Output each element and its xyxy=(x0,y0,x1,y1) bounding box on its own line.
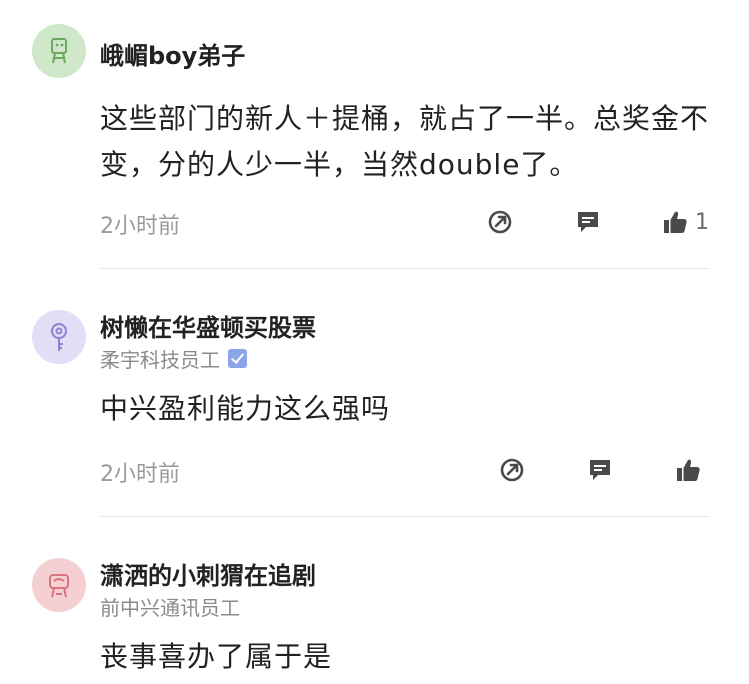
timestamp: 2小时前 xyxy=(100,462,180,487)
comment-actions: 2小时前 1 xyxy=(100,204,709,240)
user-avatar-icon xyxy=(51,323,67,351)
comment-text: 这些部门的新人＋提桶，就占了一半。总奖金不变，分的人少一半，当然double了。 xyxy=(100,102,710,181)
share-button[interactable] xyxy=(498,452,526,488)
avatar[interactable] xyxy=(32,24,86,78)
thumbs-up-icon xyxy=(664,211,687,233)
reply-icon xyxy=(578,212,598,232)
reply-icon xyxy=(590,460,610,480)
timestamp: 2小时前 xyxy=(100,214,180,239)
avatar[interactable] xyxy=(32,558,86,612)
divider xyxy=(100,516,709,517)
avatar[interactable] xyxy=(32,310,86,364)
username[interactable]: 潇洒的小刺猬在追剧 xyxy=(100,556,316,591)
employer-label: 前中兴通讯员工 xyxy=(100,596,240,620)
user-avatar-icon xyxy=(51,38,67,64)
share-icon xyxy=(500,458,524,482)
reply-button[interactable] xyxy=(574,204,602,240)
verified-icon xyxy=(228,349,247,368)
divider xyxy=(100,268,709,269)
user-avatar-icon xyxy=(49,574,69,598)
like-button[interactable] xyxy=(674,452,708,488)
thumbs-up-icon xyxy=(677,459,700,481)
username[interactable]: 峨嵋boy弟子 xyxy=(100,36,245,71)
like-count: 1 xyxy=(695,209,709,235)
like-button[interactable]: 1 xyxy=(661,204,709,240)
employer-badge: 柔宇科技员工 xyxy=(100,344,247,373)
share-icon xyxy=(488,210,512,234)
reply-button[interactable] xyxy=(586,452,614,488)
comment-text: 中兴盈利能力这么强吗 xyxy=(100,392,391,425)
share-button[interactable] xyxy=(486,204,514,240)
comment-actions: 2小时前 xyxy=(100,452,709,488)
username[interactable]: 树懒在华盛顿买股票 xyxy=(100,308,316,343)
comment-text: 丧事喜办了属于是 xyxy=(100,640,333,673)
employer-badge: 前中兴通讯员工 xyxy=(100,592,240,621)
employer-label: 柔宇科技员工 xyxy=(100,348,220,372)
